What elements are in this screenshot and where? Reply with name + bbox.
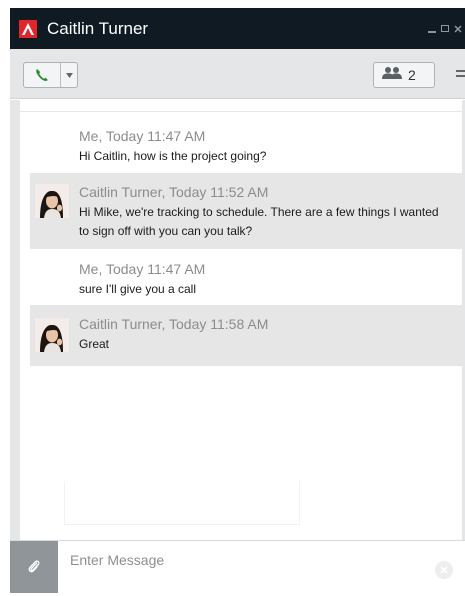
app-logo-icon xyxy=(19,19,37,38)
window-title: Caitlin Turner xyxy=(47,18,149,38)
chevron-down-icon[interactable] xyxy=(60,63,77,87)
window-frame-left xyxy=(10,100,20,540)
menu-icon[interactable] xyxy=(456,70,465,80)
paperclip-icon xyxy=(28,560,40,573)
message-item: Me, Today 11:47 AM sure I'll give you a … xyxy=(30,258,462,302)
message-meta: Me, Today 11:47 AM xyxy=(79,128,206,144)
attach-button[interactable] xyxy=(10,541,58,593)
people-icon xyxy=(382,66,402,85)
message-text: Hi Caitlin, how is the project going? xyxy=(79,149,267,163)
message-meta: Caitlin Turner, Today 11:52 AM xyxy=(79,184,269,200)
message-text: sure I'll give you a call xyxy=(79,282,197,296)
message-item: Caitlin Turner, Today 11:52 AM Hi Mike, … xyxy=(30,173,462,249)
avatar xyxy=(35,184,69,218)
message-meta: Me, Today 11:47 AM xyxy=(79,261,206,277)
avatar xyxy=(35,318,69,352)
clear-icon[interactable] xyxy=(435,561,453,579)
minimize-icon[interactable] xyxy=(427,22,437,36)
title-bar: Caitlin Turner xyxy=(10,8,465,49)
empty-region xyxy=(64,481,300,525)
toolbar: 2 xyxy=(10,49,465,99)
phone-icon[interactable] xyxy=(24,67,60,83)
participant-count: 2 xyxy=(408,67,416,83)
message-item: Me, Today 11:47 AM Hi Caitlin, how is th… xyxy=(30,125,462,169)
call-button[interactable] xyxy=(23,62,78,88)
chat-history[interactable]: Me, Today 11:47 AM Hi Caitlin, how is th… xyxy=(20,100,462,540)
message-composer xyxy=(10,540,465,593)
message-text: Great xyxy=(79,337,110,351)
close-icon[interactable] xyxy=(453,22,463,36)
maximize-icon[interactable] xyxy=(440,22,450,36)
message-text: Hi Mike, we're tracking to schedule. The… xyxy=(79,205,439,238)
message-item: Caitlin Turner, Today 11:58 AM Great xyxy=(30,305,462,366)
message-input[interactable] xyxy=(70,549,410,571)
divider xyxy=(20,111,462,112)
window-controls xyxy=(427,22,463,36)
participants-button[interactable]: 2 xyxy=(373,62,435,88)
message-meta: Caitlin Turner, Today 11:58 AM xyxy=(79,316,269,332)
